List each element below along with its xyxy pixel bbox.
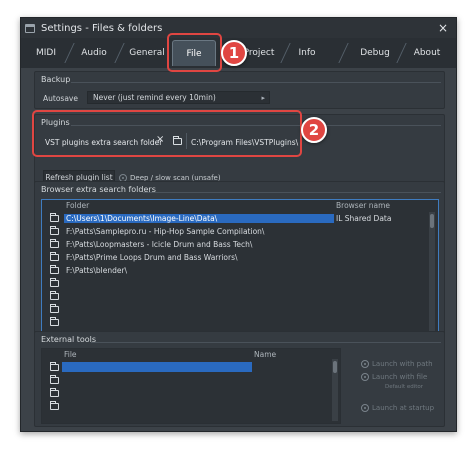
column-header-name[interactable]: Name [254, 349, 276, 359]
callout-file-tab [167, 33, 222, 72]
callout-badge-1: 1 [221, 40, 247, 66]
table-row[interactable] [42, 374, 340, 386]
browser-folders-panel: Browser extra search folders Folder Brow… [34, 181, 445, 343]
browser-name[interactable]: IL Shared Data [336, 214, 391, 223]
tab-audio[interactable]: Audio [75, 40, 113, 66]
section-divider [71, 82, 441, 83]
external-tools-panel: External tools File Name Launch with pat… [34, 331, 445, 427]
browser-folders-table: Folder Browser name C:\Users\1\Documents… [41, 199, 439, 340]
launch-at-startup-label: Launch at startup [372, 404, 435, 412]
table-row[interactable]: F:\Patts\Loopmasters - Icicle Drum and B… [42, 238, 438, 250]
close-button[interactable]: × [438, 21, 448, 35]
tab-separator [64, 43, 75, 63]
folder-icon[interactable] [50, 317, 59, 326]
folder-icon[interactable] [50, 265, 59, 274]
launch-with-file-option[interactable]: Launch with file [361, 373, 427, 381]
callout-plugins [32, 110, 302, 157]
table-row[interactable]: F:\Patts\Samplepro.ru - Hip-Hop Sample C… [42, 225, 438, 237]
section-divider [91, 342, 441, 343]
folder-path[interactable]: F:\Patts\Prime Loops Drum and Bass Warri… [64, 253, 238, 262]
browser-folders-title: Browser extra search folders [41, 185, 156, 194]
folder-icon[interactable] [50, 239, 59, 248]
default-editor-label: Default editor [385, 384, 424, 390]
table-row[interactable] [42, 290, 438, 302]
autosave-label: Autosave [43, 94, 78, 103]
settings-window: Settings - Files & folders × MIDI Audio … [20, 17, 457, 432]
table-row[interactable] [42, 303, 438, 315]
tab-midi[interactable]: MIDI [29, 40, 63, 66]
folder-icon[interactable] [50, 226, 59, 235]
external-tools-table: File Name [41, 348, 341, 424]
scrollbar-thumb[interactable] [430, 214, 434, 228]
folder-icon[interactable] [50, 252, 59, 261]
launch-at-startup-option[interactable]: Launch at startup [361, 404, 434, 412]
external-tools-title: External tools [41, 335, 97, 344]
launch-with-path-radio[interactable] [361, 360, 369, 368]
dropdown-arrow-icon: ▸ [261, 94, 265, 102]
folder-path[interactable]: F:\Patts\blender\ [64, 266, 127, 275]
tab-debug[interactable]: Debug [355, 40, 395, 66]
folder-icon[interactable] [50, 278, 59, 287]
title-bar: Settings - Files & folders × [21, 18, 456, 38]
table-row[interactable] [42, 361, 340, 373]
window-icon [25, 23, 35, 33]
tab-separator [338, 43, 349, 63]
backup-panel: Backup Autosave Never (just remind every… [34, 71, 445, 109]
external-tools-scrollbar[interactable] [332, 359, 338, 421]
folder-icon[interactable] [50, 362, 59, 371]
backup-title: Backup [41, 75, 71, 84]
browser-folders-scrollbar[interactable] [429, 212, 435, 338]
launch-at-startup-radio[interactable] [361, 404, 369, 412]
tab-separator [396, 43, 407, 63]
launch-with-file-label: Launch with file [372, 373, 428, 381]
folder-path[interactable]: C:\Users\1\Documents\Image-Line\Data\ [64, 213, 334, 223]
table-row[interactable] [42, 387, 340, 399]
folder-icon[interactable] [50, 401, 59, 410]
selected-file-cell[interactable] [62, 362, 252, 372]
tab-about[interactable]: About [407, 40, 447, 66]
autosave-dropdown[interactable]: Never (just remind every 10min) ▸ [87, 91, 270, 104]
folder-path[interactable]: F:\Patts\Loopmasters - Icicle Drum and B… [64, 240, 252, 249]
autosave-value: Never (just remind every 10min) [93, 93, 216, 102]
launch-with-file-radio[interactable] [361, 373, 369, 381]
table-row[interactable] [42, 400, 340, 412]
tab-separator [280, 43, 291, 63]
scrollbar-thumb[interactable] [333, 361, 337, 373]
folder-icon[interactable] [50, 213, 59, 222]
launch-with-path-label: Launch with path [372, 360, 433, 368]
folder-icon[interactable] [50, 291, 59, 300]
table-row[interactable]: F:\Patts\Prime Loops Drum and Bass Warri… [42, 251, 438, 263]
tab-general[interactable]: General [125, 40, 169, 66]
column-header-file[interactable]: File [64, 349, 77, 359]
tab-info[interactable]: Info [291, 40, 323, 66]
folder-icon[interactable] [50, 304, 59, 313]
folder-path[interactable]: F:\Patts\Samplepro.ru - Hip-Hop Sample C… [64, 227, 264, 236]
table-row[interactable]: C:\Users\1\Documents\Image-Line\Data\ IL… [42, 212, 438, 224]
table-row[interactable] [42, 277, 438, 289]
section-divider [143, 192, 441, 193]
column-header-folder[interactable]: Folder [66, 200, 89, 210]
callout-badge-2: 2 [301, 117, 327, 143]
table-row[interactable] [42, 316, 438, 328]
tab-separator [114, 43, 125, 63]
table-row[interactable]: F:\Patts\blender\ [42, 264, 438, 276]
column-header-browser-name[interactable]: Browser name [336, 200, 390, 210]
window-title: Settings - Files & folders [41, 22, 163, 34]
folder-icon[interactable] [50, 388, 59, 397]
launch-with-path-option[interactable]: Launch with path [361, 360, 433, 368]
folder-icon[interactable] [50, 375, 59, 384]
